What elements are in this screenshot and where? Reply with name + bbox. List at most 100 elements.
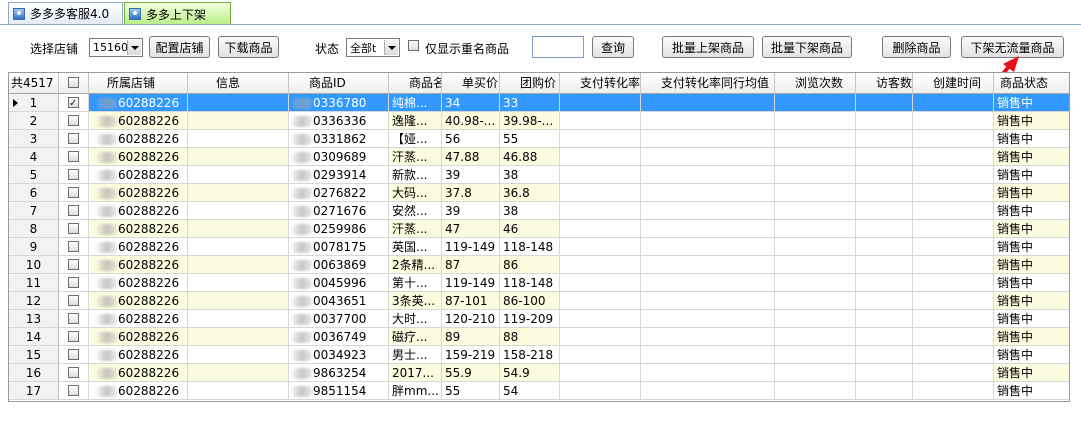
cell-id[interactable]: 0043651 (289, 292, 389, 310)
download-products-button[interactable]: 下载商品 (218, 36, 279, 58)
cell-status[interactable]: 销售中 (994, 166, 1069, 184)
cell-rate[interactable] (560, 148, 641, 166)
column-header-name[interactable]: 商品名 (389, 73, 442, 93)
row-checkbox[interactable] (68, 115, 79, 126)
cell-status[interactable]: 销售中 (994, 130, 1069, 148)
cell-single[interactable]: 39 (442, 166, 500, 184)
row-checkbox[interactable] (68, 133, 79, 144)
table-row[interactable]: 15 60288226 0034923 男士... 159-219 158-218 销售中 (9, 346, 1069, 364)
query-button[interactable]: 查询 (592, 36, 634, 58)
table-row[interactable]: 12 60288226 0043651 3条英... 87-101 86-100 销售中 (9, 292, 1069, 310)
table-row[interactable]: 7 60288226 0271676 安然... 39 38 销售中 (9, 202, 1069, 220)
cell-views[interactable] (775, 382, 856, 400)
row-checkbox[interactable] (68, 187, 79, 198)
cell-group[interactable]: 86 (500, 256, 560, 274)
cell-rate[interactable] (560, 112, 641, 130)
cell-status[interactable]: 销售中 (994, 256, 1069, 274)
cell-status[interactable]: 销售中 (994, 346, 1069, 364)
cell-shop[interactable]: 60288226 (89, 184, 188, 202)
cell-single[interactable]: 87-101 (442, 292, 500, 310)
cell-views[interactable] (775, 292, 856, 310)
cell-group[interactable]: 54.9 (500, 364, 560, 382)
column-header-rate_avg[interactable]: 支付转化率同行均值 (641, 73, 775, 93)
cell-created[interactable] (913, 238, 994, 256)
cell-rate[interactable] (560, 364, 641, 382)
cell-views[interactable] (775, 256, 856, 274)
cell-rate_avg[interactable] (641, 166, 775, 184)
cell-visitors[interactable] (856, 202, 913, 220)
row-checkbox[interactable] (68, 95, 79, 111)
row-checkbox[interactable] (68, 151, 79, 162)
cell-shop[interactable]: 60288226 (89, 202, 188, 220)
row-checkbox[interactable] (68, 277, 79, 288)
cell-shop[interactable]: 60288226 (89, 364, 188, 382)
cell-id[interactable]: 0336336 (289, 112, 389, 130)
delete-products-button[interactable]: 删除商品 (882, 36, 951, 58)
cell-status[interactable]: 销售中 (994, 184, 1069, 202)
cell-visitors[interactable] (856, 166, 913, 184)
table-row[interactable]: 14 60288226 0036749 磁疗... 89 88 销售中 (9, 328, 1069, 346)
cell-name[interactable]: 胖mm... (389, 382, 442, 400)
cell-visitors[interactable] (856, 184, 913, 202)
cell-rate[interactable] (560, 166, 641, 184)
cell-name[interactable]: 2017... (389, 364, 442, 382)
cell-created[interactable] (913, 202, 994, 220)
cell-info[interactable] (188, 112, 289, 130)
only-duplicate-checkbox[interactable] (408, 40, 419, 51)
cell-name[interactable]: 【娅... (389, 130, 442, 148)
cell-single[interactable]: 47 (442, 220, 500, 238)
cell-info[interactable] (188, 256, 289, 274)
cell-rate[interactable] (560, 220, 641, 238)
cell-status[interactable]: 销售中 (994, 364, 1069, 382)
cell-views[interactable] (775, 364, 856, 382)
table-row[interactable]: 2 60288226 0336336 逸隆... 40.98-... 39.98-... 销… (9, 112, 1069, 130)
cell-group[interactable]: 88 (500, 328, 560, 346)
cell-name[interactable]: 英国... (389, 238, 442, 256)
cell-name[interactable]: 男士... (389, 346, 442, 364)
cell-rate[interactable] (560, 310, 641, 328)
cell-created[interactable] (913, 310, 994, 328)
cell-info[interactable] (188, 364, 289, 382)
cell-rate_avg[interactable] (641, 184, 775, 202)
cell-status[interactable]: 销售中 (994, 274, 1069, 292)
cell-shop[interactable]: 60288226 (89, 328, 188, 346)
cell-status[interactable]: 销售中 (994, 310, 1069, 328)
cell-rate_avg[interactable] (641, 148, 775, 166)
cell-status[interactable]: 销售中 (994, 112, 1069, 130)
column-header-single[interactable]: 单买价 (442, 73, 500, 93)
cell-rate_avg[interactable] (641, 328, 775, 346)
cell-single[interactable]: 119-149 (442, 238, 500, 256)
cell-info[interactable] (188, 382, 289, 400)
cell-visitors[interactable] (856, 220, 913, 238)
table-row[interactable]: 17 60288226 9851154 胖mm... 55 54 销售中 (9, 382, 1069, 400)
column-header-status[interactable]: 商品状态 (994, 73, 1069, 93)
cell-rate_avg[interactable] (641, 220, 775, 238)
cell-visitors[interactable] (856, 346, 913, 364)
column-header-info[interactable]: 信息 (188, 73, 289, 93)
cell-visitors[interactable] (856, 112, 913, 130)
cell-status[interactable]: 销售中 (994, 238, 1069, 256)
row-checkbox[interactable] (68, 295, 79, 306)
cell-group[interactable]: 33 (500, 94, 560, 112)
cell-views[interactable] (775, 310, 856, 328)
cell-id[interactable]: 0034923 (289, 346, 389, 364)
cell-shop[interactable]: 60288226 (89, 292, 188, 310)
row-checkbox[interactable] (68, 385, 79, 396)
cell-id[interactable]: 0036749 (289, 328, 389, 346)
cell-created[interactable] (913, 94, 994, 112)
cell-id[interactable]: 0045996 (289, 274, 389, 292)
cell-name[interactable]: 大码... (389, 184, 442, 202)
row-checkbox[interactable] (68, 367, 79, 378)
cell-single[interactable]: 119-149 (442, 274, 500, 292)
cell-group[interactable]: 36.8 (500, 184, 560, 202)
cell-group[interactable]: 54 (500, 382, 560, 400)
cell-views[interactable] (775, 112, 856, 130)
shop-select[interactable]: 15160 (89, 38, 143, 57)
tab-listing-manager[interactable]: 多多上下架 (124, 2, 231, 25)
cell-group[interactable]: 39.98-... (500, 112, 560, 130)
cell-rate[interactable] (560, 256, 641, 274)
cell-visitors[interactable] (856, 238, 913, 256)
cell-name[interactable]: 3条英... (389, 292, 442, 310)
cell-created[interactable] (913, 364, 994, 382)
cell-id[interactable]: 0078175 (289, 238, 389, 256)
